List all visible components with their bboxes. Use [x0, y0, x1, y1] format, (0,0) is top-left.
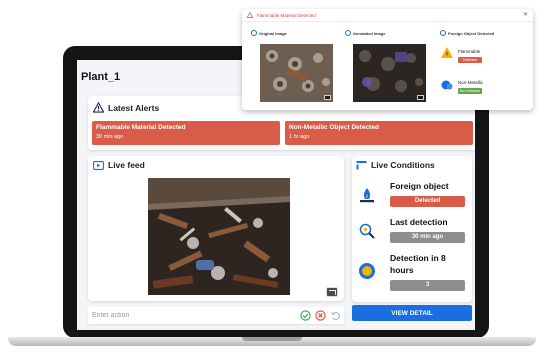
action-input[interactable]: [92, 310, 272, 321]
condition-value-badge: Detected: [390, 196, 465, 207]
close-icon[interactable]: ✕: [523, 11, 528, 18]
info-icon: [251, 30, 257, 36]
alerts-heading: Latest Alerts: [108, 102, 160, 113]
live-conditions-card: Live Conditions Foreign object Detected …: [352, 156, 472, 302]
warning-icon: [247, 12, 253, 18]
condition-last-detection: Last detection 30 min ago: [356, 214, 470, 250]
original-image: [260, 44, 333, 102]
info-icon: [345, 30, 351, 36]
alert-item-non-metallic[interactable]: Non-Metallic Object Detected 1 hr ago: [285, 121, 473, 145]
foreign-object-header: Foreign Object Detected: [440, 30, 494, 36]
annotated-image-header: Annotated Image: [345, 30, 385, 36]
alert-item-flammable[interactable]: Flammable Material Detected 30 min ago: [92, 121, 280, 145]
condition-value-badge: 30 min ago: [390, 232, 465, 243]
column-label: Annotated Image: [353, 30, 386, 36]
expand-icon[interactable]: [324, 95, 331, 100]
flame-icon: [441, 47, 453, 58]
conditions-header: Live Conditions: [356, 160, 435, 170]
annotated-image: [353, 44, 426, 102]
column-label: Original Image: [259, 30, 287, 36]
flammable-label: Flammable: [458, 49, 481, 54]
alert-time: 1 hr ago: [289, 134, 310, 140]
magnifier-icon: [359, 223, 375, 239]
popup-title: Flammable Material Detected: [257, 13, 316, 18]
expand-icon[interactable]: [417, 95, 424, 100]
live-feed-image: [148, 178, 290, 295]
non-metallic-icon: [441, 80, 453, 90]
condition-label: Last detection: [390, 217, 448, 227]
alerts-header: Latest Alerts: [93, 102, 159, 113]
condition-value-badge: 3: [390, 280, 465, 291]
cancel-icon[interactable]: [315, 310, 326, 321]
original-image-picture: [260, 44, 333, 102]
alert-title: Flammable Material Detected: [96, 124, 186, 131]
expand-feed-button[interactable]: [326, 287, 338, 297]
annotated-image-picture: [353, 44, 426, 102]
stage: Plant_1 Latest Alerts Flammable Material…: [0, 0, 544, 356]
info-icon: [440, 30, 446, 36]
alert-time: 30 min ago: [96, 134, 124, 140]
conditions-icon: [356, 161, 367, 170]
flammable-status-badge: Detected: [458, 57, 482, 63]
warning-icon: [93, 102, 104, 113]
live-feed-card: Live feed: [88, 156, 344, 301]
view-detail-button[interactable]: VIEW DETAIL: [352, 305, 472, 321]
feed-heading: Live feed: [108, 160, 145, 170]
feed-header: Live feed: [93, 160, 145, 170]
condition-foreign-object: Foreign object Detected: [356, 178, 470, 214]
detection-popup: Flammable Material Detected ✕ Original I…: [242, 9, 533, 110]
counter-icon: [359, 263, 375, 279]
page-title: Plant_1: [81, 71, 121, 83]
non-metallic-status-badge: Not Detected: [458, 88, 482, 94]
alert-title: Non-Metallic Object Detected: [289, 124, 379, 131]
column-label: Foreign Object Detected: [448, 30, 495, 36]
condition-detection-count: Detection in 8 hours 3: [356, 250, 470, 298]
flame-icon: [360, 188, 374, 203]
check-icon[interactable]: [300, 310, 311, 321]
undo-icon[interactable]: [330, 310, 341, 321]
action-bar: [88, 307, 344, 324]
popup-header: Flammable Material Detected ✕: [242, 9, 533, 22]
condition-label: Foreign object: [390, 181, 449, 191]
scrap-bin-image: [148, 178, 290, 295]
video-icon: [93, 160, 104, 170]
conditions-heading: Live Conditions: [371, 160, 435, 170]
original-image-header: Original Image: [251, 30, 287, 36]
non-metallic-label: Non-Metallic: [458, 80, 484, 85]
laptop-notch: [242, 337, 302, 341]
condition-label: Detection in 8 hours: [390, 253, 446, 275]
